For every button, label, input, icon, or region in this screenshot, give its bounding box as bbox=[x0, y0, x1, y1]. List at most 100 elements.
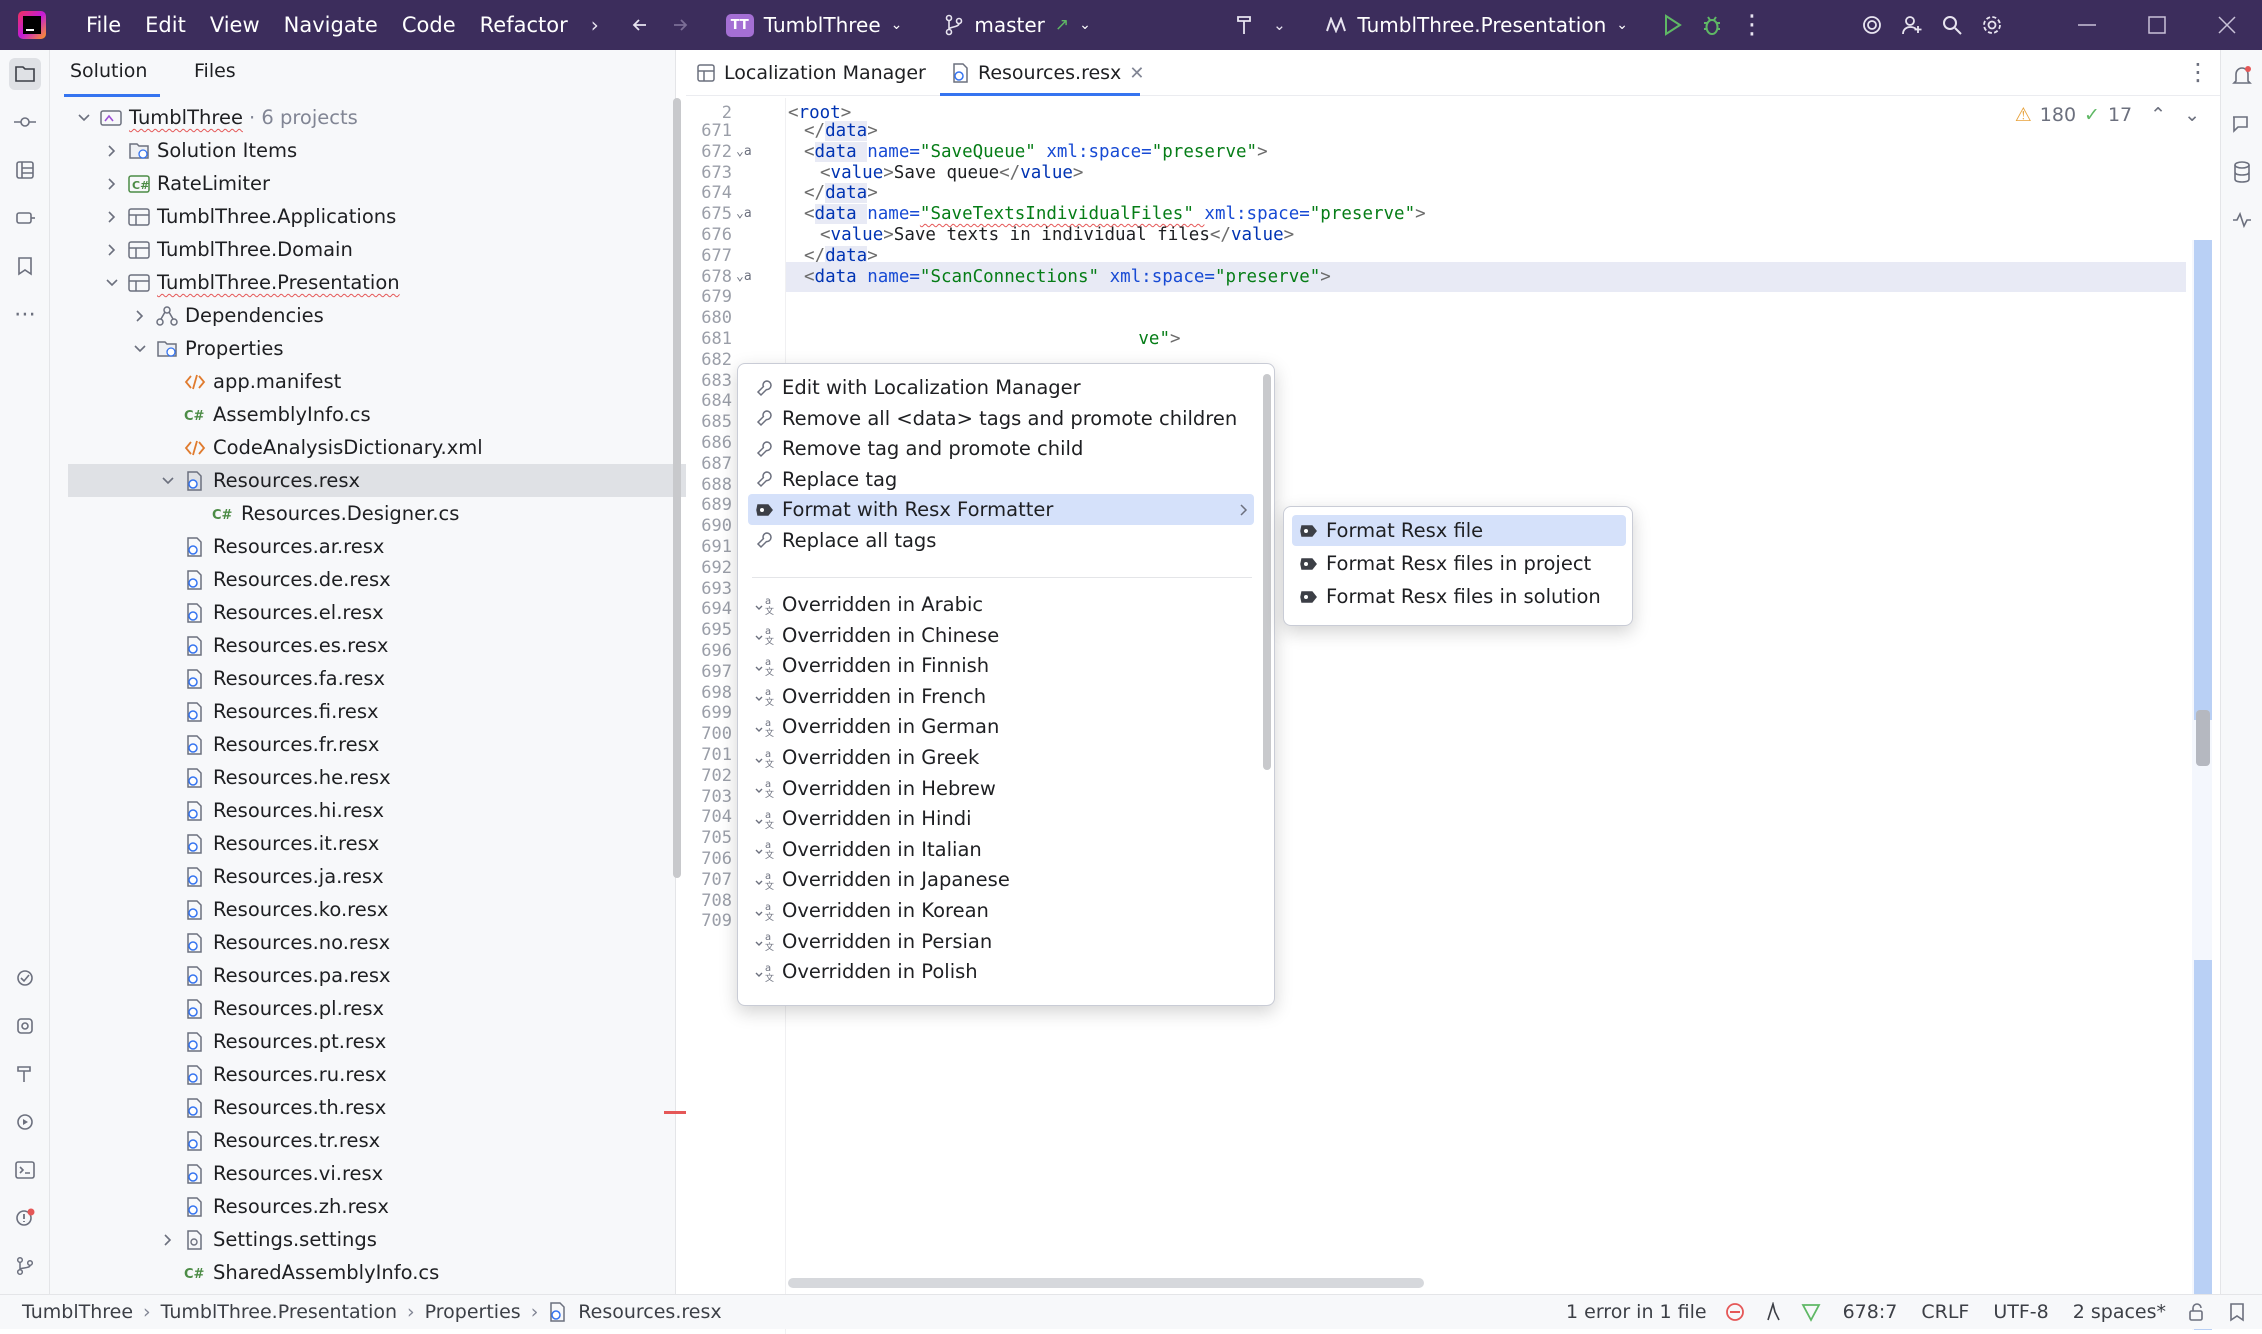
tree-item[interactable]: TumblThree.Domain bbox=[50, 233, 670, 266]
line-ending[interactable]: CRLF bbox=[1921, 1301, 1969, 1323]
run-services-icon[interactable] bbox=[9, 1106, 41, 1138]
tree-item[interactable]: Resources.pl.resx bbox=[50, 992, 670, 1025]
close-tab-icon[interactable]: ✕ bbox=[1129, 63, 1144, 84]
tree-item[interactable]: Resources.ja.resx bbox=[50, 860, 670, 893]
indent-setting[interactable]: 2 spaces* bbox=[2073, 1301, 2166, 1323]
tree-item[interactable]: Resources.el.resx bbox=[50, 596, 670, 629]
tree-item[interactable]: app.manifest bbox=[50, 365, 670, 398]
tree-item[interactable]: C# RateLimiter bbox=[50, 167, 670, 200]
override-item[interactable]: a 文 Overridden in French bbox=[748, 681, 1254, 712]
terminal-icon[interactable] bbox=[9, 1154, 41, 1186]
chevron-down-icon[interactable] bbox=[74, 108, 94, 128]
chevron-right-icon[interactable] bbox=[130, 306, 150, 326]
submenu-item[interactable]: Format Resx files in solution bbox=[1292, 581, 1626, 612]
tree-item[interactable]: Resources.fa.resx bbox=[50, 662, 670, 695]
next-highlight-icon[interactable]: ⌄ bbox=[2184, 104, 2200, 126]
menu-refactor[interactable]: Refactor bbox=[468, 13, 580, 37]
build-hammer-icon[interactable] bbox=[1225, 5, 1265, 45]
memory-indicator-icon[interactable] bbox=[2228, 1302, 2246, 1322]
back-icon[interactable] bbox=[620, 5, 660, 45]
app-logo-icon[interactable] bbox=[18, 11, 46, 39]
override-item[interactable]: a 文 Overridden in Korean bbox=[748, 895, 1254, 926]
maximize-window-icon[interactable] bbox=[2122, 5, 2192, 45]
submenu-item[interactable]: Format Resx files in project bbox=[1292, 548, 1626, 579]
tree-item[interactable]: Solution Items bbox=[50, 134, 670, 167]
inspection-widget[interactable]: ⚠ 180 ✓ 17 ⌃ ⌄ bbox=[2014, 104, 2200, 126]
breadcrumb-item[interactable]: Properties bbox=[425, 1301, 521, 1323]
override-item[interactable]: a 文 Overridden in Arabic bbox=[748, 589, 1254, 620]
file-encoding[interactable]: UTF-8 bbox=[1993, 1301, 2048, 1323]
chevron-right-icon[interactable] bbox=[102, 207, 122, 227]
ai-assistant-icon[interactable] bbox=[1852, 5, 1892, 45]
tree-item[interactable]: Resources.tr.resx bbox=[50, 1124, 670, 1157]
forward-icon[interactable] bbox=[660, 5, 700, 45]
breadcrumb-item[interactable]: Resources.resx bbox=[578, 1301, 721, 1323]
project-view-folder-icon[interactable] bbox=[9, 58, 41, 90]
chevron-right-icon[interactable] bbox=[102, 174, 122, 194]
menu-view[interactable]: View bbox=[198, 13, 272, 37]
override-item[interactable]: a 文 Overridden in German bbox=[748, 711, 1254, 742]
pull-requests-icon[interactable] bbox=[9, 202, 41, 234]
previous-highlight-icon[interactable]: ⌃ bbox=[2150, 104, 2166, 126]
branch-widget[interactable]: master ↗ ⌄ bbox=[932, 13, 1103, 37]
tab-resources-resx[interactable]: Resources.resx ✕ bbox=[950, 50, 1144, 96]
tree-item[interactable]: Resources.he.resx bbox=[50, 761, 670, 794]
menu-edit[interactable]: Edit bbox=[133, 13, 198, 37]
override-item[interactable]: a 文 Overridden in Japanese bbox=[748, 864, 1254, 895]
editor-more-icon[interactable]: ⋮ bbox=[2186, 58, 2210, 86]
context-action-item[interactable]: Replace all tags bbox=[748, 525, 1254, 556]
chevron-right-icon[interactable] bbox=[102, 141, 122, 161]
tab-localization-manager[interactable]: Localization Manager bbox=[696, 50, 926, 96]
debug-icon[interactable] bbox=[1692, 5, 1732, 45]
caret-position[interactable]: 678:7 bbox=[1843, 1301, 1898, 1323]
chevron-right-icon[interactable] bbox=[158, 1230, 178, 1250]
add-user-icon[interactable] bbox=[1892, 5, 1932, 45]
override-item[interactable]: a 文 Overridden in Italian bbox=[748, 834, 1254, 865]
commit-icon[interactable] bbox=[9, 106, 41, 138]
tree-item[interactable]: Resources.fi.resx bbox=[50, 695, 670, 728]
tree-item[interactable]: Resources.zh.resx bbox=[50, 1190, 670, 1223]
errors-summary[interactable]: 1 error in 1 file bbox=[1566, 1301, 1707, 1323]
problems-icon[interactable] bbox=[9, 1202, 41, 1234]
tab-solution[interactable]: Solution bbox=[70, 60, 147, 82]
database-icon[interactable] bbox=[2226, 156, 2258, 188]
horizontal-scrollbar[interactable] bbox=[788, 1278, 1424, 1288]
unit-tests-icon[interactable] bbox=[9, 1010, 41, 1042]
tree-item[interactable]: C# Resources.Designer.cs bbox=[50, 497, 670, 530]
tree-scrollbar[interactable] bbox=[673, 98, 681, 878]
search-icon[interactable] bbox=[1932, 5, 1972, 45]
close-window-icon[interactable] bbox=[2192, 5, 2262, 45]
tree-item[interactable]: CodeAnalysisDictionary.xml bbox=[50, 431, 670, 464]
more-tools-icon[interactable]: ⋯ bbox=[9, 298, 41, 330]
override-item[interactable]: a 文 Overridden in Persian bbox=[748, 926, 1254, 957]
tree-item[interactable]: Resources.pt.resx bbox=[50, 1025, 670, 1058]
services-icon[interactable] bbox=[9, 962, 41, 994]
override-item[interactable]: a 文 Overridden in Finnish bbox=[748, 650, 1254, 681]
tree-item[interactable]: TumblThree · 6 projects bbox=[50, 101, 670, 134]
tree-item[interactable]: Resources.es.resx bbox=[50, 629, 670, 662]
override-item[interactable]: a 文 Overridden in Hindi bbox=[748, 803, 1254, 834]
tree-item[interactable]: Resources.de.resx bbox=[50, 563, 670, 596]
build-icon[interactable] bbox=[9, 1058, 41, 1090]
bookmarks-icon[interactable] bbox=[9, 250, 41, 282]
tab-files[interactable]: Files bbox=[194, 60, 236, 82]
context-action-item[interactable]: Edit with Localization Manager bbox=[748, 372, 1254, 403]
tree-item[interactable]: TumblThree.Applications bbox=[50, 200, 670, 233]
override-item[interactable]: a 文 Overridden in Greek bbox=[748, 742, 1254, 773]
code-style-icon[interactable] bbox=[1765, 1302, 1781, 1322]
more-menus-chevron-icon[interactable]: › bbox=[580, 5, 610, 45]
chevron-down-icon[interactable] bbox=[102, 273, 122, 293]
tree-item[interactable]: Resources.no.resx bbox=[50, 926, 670, 959]
run-configuration[interactable]: TumblThree.Presentation ⌄ bbox=[1313, 13, 1640, 37]
tree-item[interactable]: Properties bbox=[50, 332, 670, 365]
chevron-down-icon[interactable] bbox=[158, 471, 178, 491]
tree-item[interactable]: Resources.ru.resx bbox=[50, 1058, 670, 1091]
tree-item[interactable]: C# SharedAssemblyInfo.cs bbox=[50, 1256, 670, 1289]
menu-code[interactable]: Code bbox=[390, 13, 468, 37]
override-item[interactable]: a 文 Overridden in Chinese bbox=[748, 620, 1254, 651]
chevron-down-icon[interactable] bbox=[130, 339, 150, 359]
menu-file[interactable]: File bbox=[74, 13, 133, 37]
tree-item[interactable]: Resources.vi.resx bbox=[50, 1157, 670, 1190]
tree-item[interactable]: Resources.pa.resx bbox=[50, 959, 670, 992]
tree-item[interactable]: Resources.ar.resx bbox=[50, 530, 670, 563]
